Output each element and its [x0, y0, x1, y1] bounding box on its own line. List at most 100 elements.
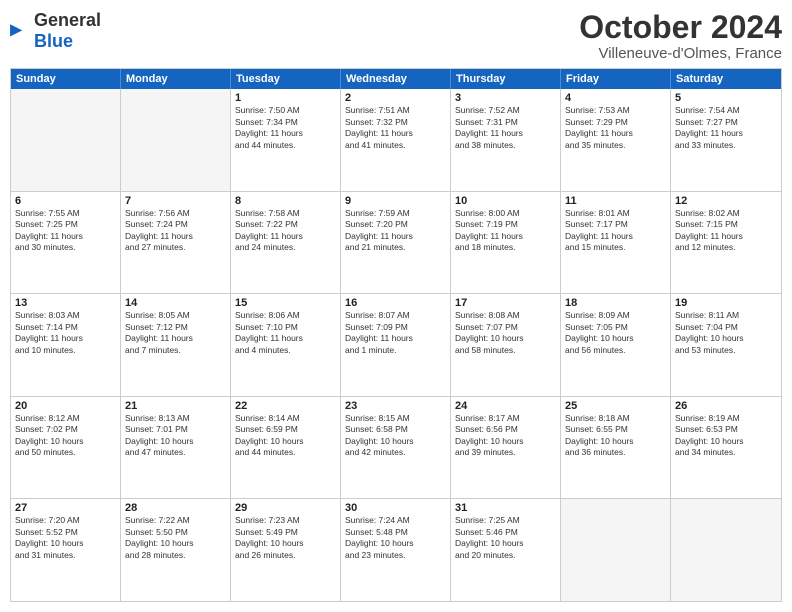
- cell-line: Sunset: 6:56 PM: [455, 424, 556, 435]
- calendar-cell: 4Sunrise: 7:53 AMSunset: 7:29 PMDaylight…: [561, 89, 671, 191]
- cell-line: and 44 minutes.: [235, 140, 336, 151]
- cell-line: Sunset: 7:15 PM: [675, 219, 777, 230]
- day-number: 28: [125, 502, 226, 514]
- calendar-cell: [11, 89, 121, 191]
- cell-line: Daylight: 11 hours: [15, 231, 116, 242]
- calendar-cell: 21Sunrise: 8:13 AMSunset: 7:01 PMDayligh…: [121, 397, 231, 499]
- day-number: 20: [15, 400, 116, 412]
- calendar-cell: 24Sunrise: 8:17 AMSunset: 6:56 PMDayligh…: [451, 397, 561, 499]
- cell-line: and 26 minutes.: [235, 550, 336, 561]
- cell-line: Daylight: 10 hours: [235, 436, 336, 447]
- cell-line: Sunrise: 7:54 AM: [675, 105, 777, 116]
- cell-line: Sunset: 7:10 PM: [235, 322, 336, 333]
- day-number: 13: [15, 297, 116, 309]
- calendar-cell: 13Sunrise: 8:03 AMSunset: 7:14 PMDayligh…: [11, 294, 121, 396]
- day-number: 11: [565, 195, 666, 207]
- cell-line: Sunrise: 8:18 AM: [565, 413, 666, 424]
- calendar-cell: 17Sunrise: 8:08 AMSunset: 7:07 PMDayligh…: [451, 294, 561, 396]
- cell-line: Sunrise: 7:25 AM: [455, 515, 556, 526]
- cell-line: Sunrise: 7:55 AM: [15, 208, 116, 219]
- calendar-row-4: 20Sunrise: 8:12 AMSunset: 7:02 PMDayligh…: [11, 396, 781, 499]
- day-number: 3: [455, 92, 556, 104]
- cell-line: Daylight: 10 hours: [455, 538, 556, 549]
- day-number: 8: [235, 195, 336, 207]
- header-right: October 2024 Villeneuve-d'Olmes, France: [579, 10, 782, 62]
- cell-line: and 15 minutes.: [565, 242, 666, 253]
- cell-line: Sunrise: 7:23 AM: [235, 515, 336, 526]
- cell-line: and 18 minutes.: [455, 242, 556, 253]
- page: ▶ General Blue October 2024 Villeneuve-d…: [0, 0, 792, 612]
- cell-line: Sunset: 7:19 PM: [455, 219, 556, 230]
- cell-line: Sunset: 7:31 PM: [455, 117, 556, 128]
- calendar-cell: [121, 89, 231, 191]
- cell-line: Sunset: 7:20 PM: [345, 219, 446, 230]
- calendar-header: SundayMondayTuesdayWednesdayThursdayFrid…: [11, 69, 781, 89]
- cell-line: and 20 minutes.: [455, 550, 556, 561]
- calendar-body: 1Sunrise: 7:50 AMSunset: 7:34 PMDaylight…: [11, 89, 781, 601]
- calendar-cell: 7Sunrise: 7:56 AMSunset: 7:24 PMDaylight…: [121, 192, 231, 294]
- day-number: 17: [455, 297, 556, 309]
- cell-line: Sunset: 7:29 PM: [565, 117, 666, 128]
- cell-line: Sunrise: 8:17 AM: [455, 413, 556, 424]
- cell-line: Daylight: 11 hours: [15, 333, 116, 344]
- cell-line: Sunrise: 8:09 AM: [565, 310, 666, 321]
- day-number: 18: [565, 297, 666, 309]
- logo-icon: ▶: [10, 20, 32, 42]
- calendar-cell: 18Sunrise: 8:09 AMSunset: 7:05 PMDayligh…: [561, 294, 671, 396]
- calendar-cell: 8Sunrise: 7:58 AMSunset: 7:22 PMDaylight…: [231, 192, 341, 294]
- cell-line: Sunset: 7:04 PM: [675, 322, 777, 333]
- day-number: 9: [345, 195, 446, 207]
- calendar-cell: [561, 499, 671, 601]
- weekday-header-wednesday: Wednesday: [341, 69, 451, 89]
- logo-text-blue: Blue: [34, 31, 73, 51]
- cell-line: Sunrise: 7:24 AM: [345, 515, 446, 526]
- cell-line: and 34 minutes.: [675, 447, 777, 458]
- cell-line: Daylight: 11 hours: [565, 231, 666, 242]
- month-title: October 2024: [579, 10, 782, 45]
- calendar-cell: 23Sunrise: 8:15 AMSunset: 6:58 PMDayligh…: [341, 397, 451, 499]
- calendar-row-3: 13Sunrise: 8:03 AMSunset: 7:14 PMDayligh…: [11, 293, 781, 396]
- cell-line: and 1 minute.: [345, 345, 446, 356]
- day-number: 30: [345, 502, 446, 514]
- day-number: 6: [15, 195, 116, 207]
- calendar-cell: 30Sunrise: 7:24 AMSunset: 5:48 PMDayligh…: [341, 499, 451, 601]
- cell-line: and 12 minutes.: [675, 242, 777, 253]
- cell-line: and 42 minutes.: [345, 447, 446, 458]
- cell-line: Daylight: 11 hours: [345, 231, 446, 242]
- cell-line: and 36 minutes.: [565, 447, 666, 458]
- day-number: 27: [15, 502, 116, 514]
- cell-line: Sunset: 7:24 PM: [125, 219, 226, 230]
- cell-line: and 50 minutes.: [15, 447, 116, 458]
- cell-line: Sunset: 6:53 PM: [675, 424, 777, 435]
- logo: ▶ General Blue: [10, 10, 101, 52]
- cell-line: Sunset: 7:14 PM: [15, 322, 116, 333]
- cell-line: Sunset: 5:50 PM: [125, 527, 226, 538]
- calendar-cell: 22Sunrise: 8:14 AMSunset: 6:59 PMDayligh…: [231, 397, 341, 499]
- cell-line: Sunrise: 7:58 AM: [235, 208, 336, 219]
- cell-line: Sunset: 7:34 PM: [235, 117, 336, 128]
- cell-line: Sunrise: 8:13 AM: [125, 413, 226, 424]
- cell-line: Sunrise: 7:52 AM: [455, 105, 556, 116]
- cell-line: Daylight: 10 hours: [15, 436, 116, 447]
- calendar-cell: 9Sunrise: 7:59 AMSunset: 7:20 PMDaylight…: [341, 192, 451, 294]
- cell-line: Daylight: 11 hours: [675, 231, 777, 242]
- cell-line: Sunrise: 8:14 AM: [235, 413, 336, 424]
- calendar-cell: 14Sunrise: 8:05 AMSunset: 7:12 PMDayligh…: [121, 294, 231, 396]
- calendar-cell: 10Sunrise: 8:00 AMSunset: 7:19 PMDayligh…: [451, 192, 561, 294]
- cell-line: Sunrise: 8:01 AM: [565, 208, 666, 219]
- cell-line: Sunset: 7:01 PM: [125, 424, 226, 435]
- cell-line: Sunset: 6:55 PM: [565, 424, 666, 435]
- calendar-cell: 25Sunrise: 8:18 AMSunset: 6:55 PMDayligh…: [561, 397, 671, 499]
- cell-line: and 44 minutes.: [235, 447, 336, 458]
- cell-line: Sunset: 5:49 PM: [235, 527, 336, 538]
- cell-line: Sunrise: 8:19 AM: [675, 413, 777, 424]
- cell-line: Daylight: 10 hours: [345, 436, 446, 447]
- day-number: 19: [675, 297, 777, 309]
- calendar-cell: 26Sunrise: 8:19 AMSunset: 6:53 PMDayligh…: [671, 397, 781, 499]
- cell-line: Daylight: 11 hours: [675, 128, 777, 139]
- cell-line: Sunrise: 8:07 AM: [345, 310, 446, 321]
- cell-line: Sunset: 7:22 PM: [235, 219, 336, 230]
- cell-line: Sunrise: 8:00 AM: [455, 208, 556, 219]
- cell-line: Sunrise: 7:22 AM: [125, 515, 226, 526]
- cell-line: Sunset: 7:32 PM: [345, 117, 446, 128]
